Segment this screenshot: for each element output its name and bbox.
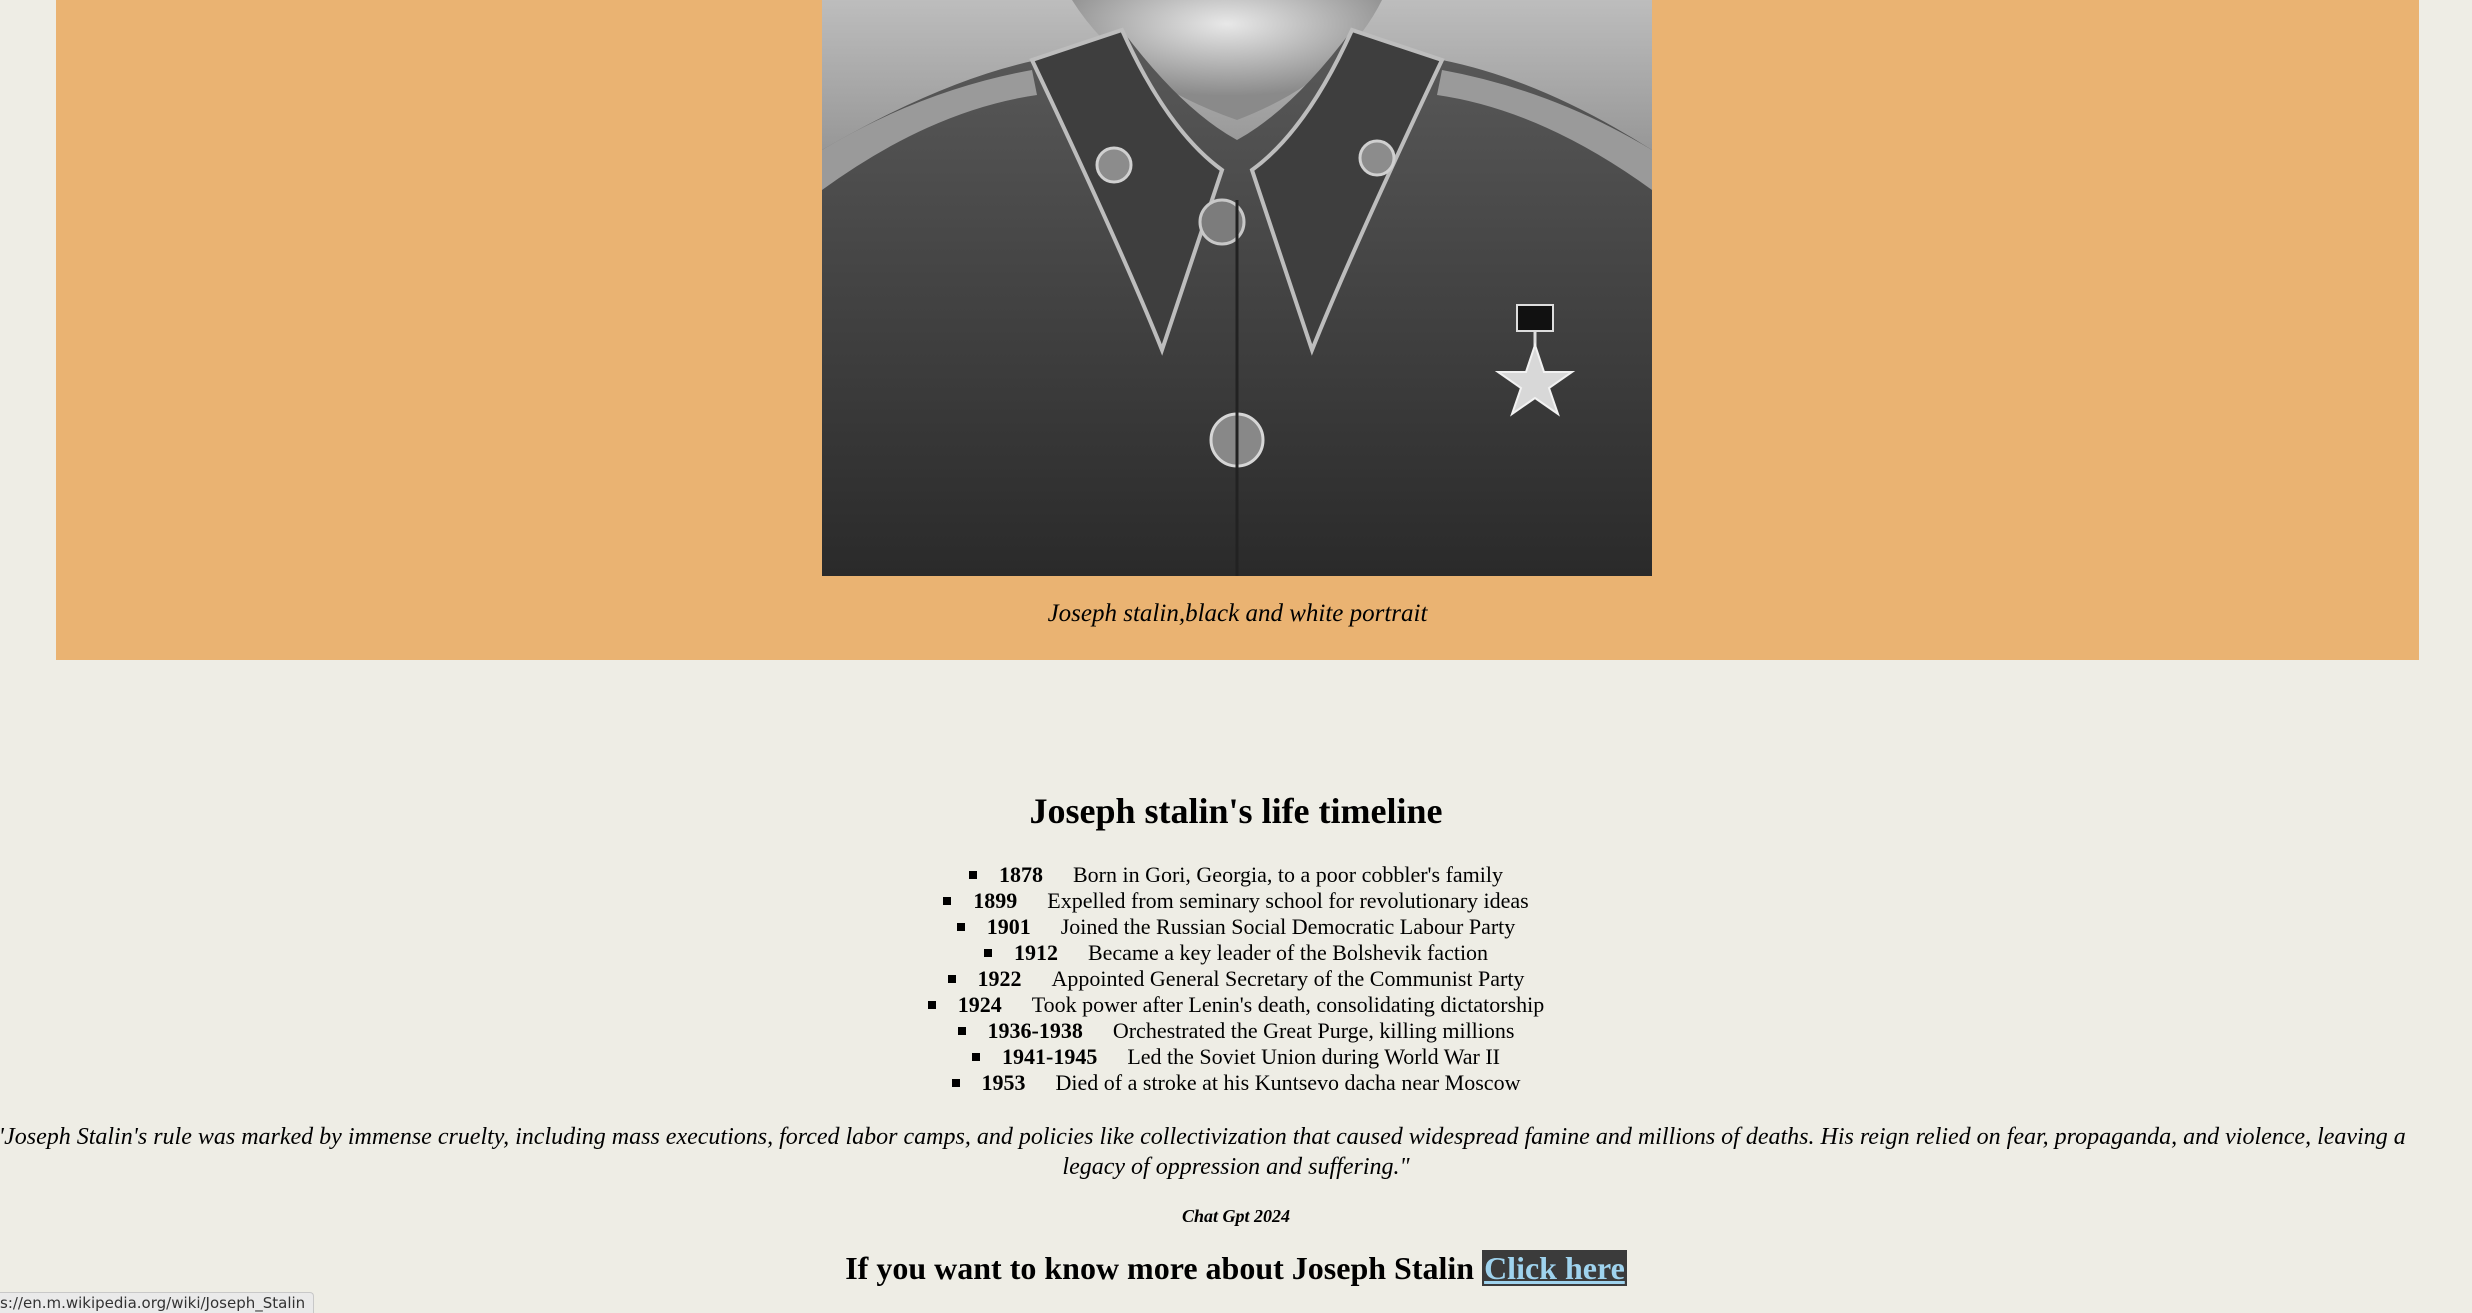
- timeline-year: 1899: [973, 888, 1018, 913]
- timeline-item: 1912 Became a key leader of the Bolshevik…: [0, 940, 2472, 966]
- portrait-figure: Joseph stalin,black and white portrait: [56, 0, 2419, 660]
- timeline-event: Expelled from seminary school for revolu…: [1047, 888, 1529, 913]
- timeline-year: 1912: [1013, 940, 1058, 965]
- bullet-icon: [983, 949, 992, 957]
- timeline-event: Took power after Lenin's death, consolid…: [1031, 992, 1545, 1017]
- timeline-event: Orchestrated the Great Purge, killing mi…: [1112, 1018, 1515, 1043]
- timeline-item: 1936-1938 Orchestrated the Great Purge, k…: [0, 1018, 2472, 1044]
- link-status-bar: s://en.m.wikipedia.org/wiki/Joseph_Stali…: [0, 1292, 315, 1313]
- portrait-caption: Joseph stalin,black and white portrait: [1047, 600, 1428, 627]
- timeline-year: 1953: [981, 1070, 1026, 1095]
- quote-attribution: Chat Gpt 2024: [1181, 1206, 1291, 1226]
- timeline-year: 1878: [998, 862, 1043, 887]
- timeline-year: 1936-1938: [987, 1018, 1083, 1043]
- timeline-item: 1922 Appointed General Secretary of the C…: [0, 966, 2472, 992]
- portrait-image: [822, 0, 1652, 576]
- timeline-item: 1953 Died of a stroke at his Kuntsevo dac…: [0, 1070, 2472, 1096]
- timeline-year: 1901: [986, 914, 1031, 939]
- timeline-event: Died of a stroke at his Kuntsevo dacha n…: [1055, 1070, 1521, 1095]
- more-info-text: If you want to know more about Joseph St…: [845, 1250, 1475, 1286]
- timeline-year: 1941-1945: [1002, 1044, 1098, 1069]
- bullet-icon: [947, 975, 956, 983]
- quote-line: "Joseph Stalin's rule was marked by imme…: [0, 1124, 2406, 1150]
- timeline-event: Became a key leader of the Bolshevik fac…: [1087, 940, 1489, 965]
- timeline-item: 1878 Born in Gori, Georgia, to a poor cob…: [0, 862, 2472, 888]
- timeline-year: 1922: [977, 966, 1022, 991]
- timeline-item: 1941-1945 Led the Soviet Union during Wor…: [0, 1044, 2472, 1070]
- timeline-event: Joined the Russian Social Democratic Lab…: [1060, 914, 1516, 939]
- timeline-item: 1924 Took power after Lenin's death, cons…: [0, 992, 2472, 1018]
- timeline-event: Born in Gori, Georgia, to a poor cobbler…: [1072, 862, 1504, 887]
- timeline-item: 1899 Expelled from seminary school for re…: [0, 888, 2472, 914]
- quote-line: legacy of oppression and suffering.": [1062, 1154, 1410, 1180]
- bullet-icon: [943, 897, 952, 905]
- bullet-icon: [927, 1001, 936, 1009]
- timeline-event: Led the Soviet Union during World War II: [1127, 1044, 1500, 1069]
- bullet-icon: [956, 923, 965, 931]
- bullet-icon: [972, 1053, 981, 1061]
- bullet-icon: [951, 1079, 960, 1087]
- timeline-item: 1901 Joined the Russian Social Democratic…: [0, 914, 2472, 940]
- timeline-list: 1878 Born in Gori, Georgia, to a poor cob…: [0, 862, 2472, 1096]
- wikipedia-link[interactable]: Click here: [1482, 1250, 1627, 1286]
- quote-block: "Joseph Stalin's rule was marked by imme…: [0, 1122, 2472, 1182]
- timeline-event: Appointed General Secretary of the Commu…: [1051, 966, 1525, 991]
- bullet-icon: [968, 871, 977, 879]
- timeline-year: 1924: [957, 992, 1002, 1017]
- bullet-icon: [957, 1027, 966, 1035]
- more-info-line: If you want to know more about Joseph St…: [0, 1250, 2472, 1287]
- timeline-heading: Joseph stalin's life timeline: [1029, 791, 1443, 831]
